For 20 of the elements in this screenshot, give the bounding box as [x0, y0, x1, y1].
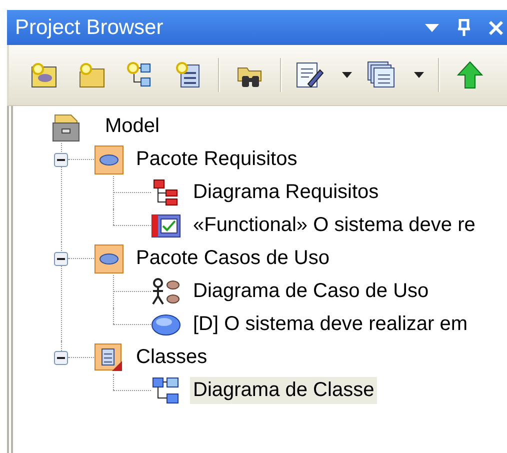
collapse-icon[interactable]	[54, 350, 68, 364]
tree-item[interactable]: Diagrama Requisitos	[190, 179, 382, 206]
class-package-icon	[94, 342, 124, 372]
ellipse-usecase-icon	[151, 314, 181, 336]
tree-item[interactable]: Pacote Requisitos	[133, 146, 300, 173]
checkbox-requirement-icon	[151, 214, 181, 238]
actor-usecase-icon	[151, 276, 181, 306]
tree-item[interactable]: Diagrama de Caso de Uso	[190, 278, 432, 305]
tree-item[interactable]: Model	[102, 113, 162, 140]
tree-item[interactable]: «Functional» O sistema deve re	[190, 212, 478, 239]
collapse-icon[interactable]	[54, 152, 68, 166]
package-icon	[94, 244, 124, 274]
tree-item[interactable]: Diagrama de Classe	[190, 377, 378, 404]
class-diagram-icon	[151, 376, 181, 406]
tree-item[interactable]: Pacote Casos de Uso	[133, 245, 332, 272]
tree-item[interactable]: [D] O sistema deve realizar em	[190, 311, 471, 338]
package-icon	[94, 144, 124, 174]
window-title: Project Browser	[15, 16, 164, 40]
tree-item[interactable]: Classes	[133, 344, 210, 371]
collapse-icon[interactable]	[54, 252, 68, 266]
